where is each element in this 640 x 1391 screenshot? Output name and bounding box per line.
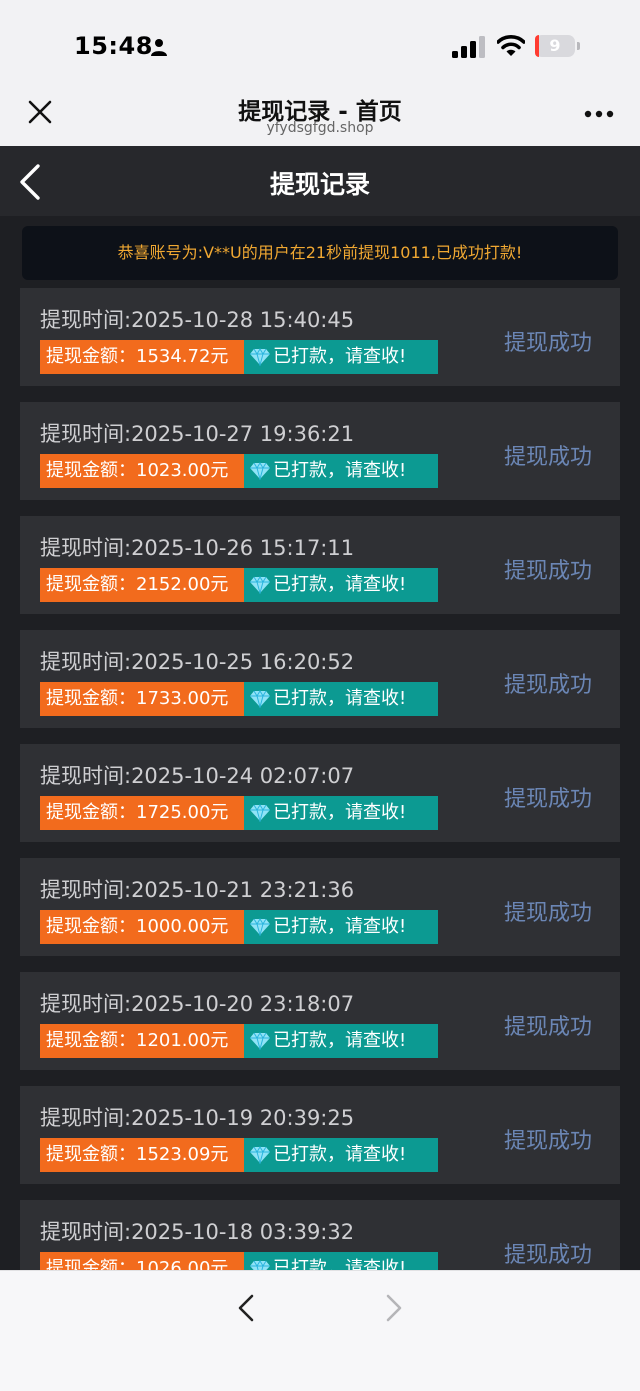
paid-badge: 已打款，请查收! xyxy=(244,1138,438,1172)
paid-text: 已打款，请查收! xyxy=(273,1030,407,1051)
amount-badge: 提现金额：1523.09元 xyxy=(40,1138,244,1172)
more-icon[interactable] xyxy=(584,110,614,118)
table-row[interactable]: 提现时间:2025-10-20 23:18:07 提现金额：1201.00元 已打款… xyxy=(20,972,620,1070)
status-bar: 15:48 9 xyxy=(0,0,640,90)
battery-level: 9 xyxy=(549,36,561,55)
diamond-icon xyxy=(250,918,270,936)
paid-badge: 已打款，请查收! xyxy=(244,1252,438,1270)
battery-icon: 9 xyxy=(535,35,575,57)
back-arrow-icon[interactable] xyxy=(236,1293,256,1323)
browser-bar: 提现记录 - 首页 yfydsgfgd.shop xyxy=(0,90,640,146)
cellular-signal-icon xyxy=(452,36,485,58)
status-badge: 提现成功 xyxy=(504,673,593,698)
withdrawal-time: 提现时间:2025-10-19 20:39:25 xyxy=(40,1106,355,1130)
amount-badge: 提现金额：1534.72元 xyxy=(40,340,244,374)
status-badge: 提现成功 xyxy=(504,1015,593,1040)
paid-text: 已打款，请查收! xyxy=(273,916,407,937)
withdrawal-time: 提现时间:2025-10-26 15:17:11 xyxy=(40,536,355,560)
status-badge: 提现成功 xyxy=(504,331,593,356)
paid-badge: 已打款，请查收! xyxy=(244,1024,438,1058)
table-row[interactable]: 提现时间:2025-10-25 16:20:52 提现金额：1733.00元 已打款… xyxy=(20,630,620,728)
amount-badge: 提现金额：1023.00元 xyxy=(40,454,244,488)
diamond-icon xyxy=(250,1146,270,1164)
battery-cap xyxy=(577,42,580,50)
table-row[interactable]: 提现时间:2025-10-28 15:40:45 提现金额：1534.72元 已打款… xyxy=(20,288,620,386)
forward-arrow-icon xyxy=(386,1294,402,1322)
table-row[interactable]: 提现时间:2025-10-24 02:07:07 提现金额：1725.00元 已打款… xyxy=(20,744,620,842)
diamond-icon xyxy=(250,804,270,822)
paid-text: 已打款，请查收! xyxy=(273,688,407,709)
paid-text: 已打款，请查收! xyxy=(273,346,407,367)
withdrawal-time: 提现时间:2025-10-20 23:18:07 xyxy=(40,992,355,1016)
table-row[interactable]: 提现时间:2025-10-18 03:39:32 提现金额：1026.00元 已打款… xyxy=(20,1200,620,1270)
diamond-icon xyxy=(250,1032,270,1050)
amount-badge: 提现金额：2152.00元 xyxy=(40,568,244,602)
diamond-icon xyxy=(250,690,270,708)
paid-text: 已打款，请查收! xyxy=(273,802,407,823)
browser-domain: yfydsgfgd.shop xyxy=(266,120,374,136)
paid-badge: 已打款，请查收! xyxy=(244,796,438,830)
status-badge: 提现成功 xyxy=(504,1243,593,1268)
table-row[interactable]: 提现时间:2025-10-19 20:39:25 提现金额：1523.09元 已打款… xyxy=(20,1086,620,1184)
table-row[interactable]: 提现时间:2025-10-26 15:17:11 提现金额：2152.00元 已打款… xyxy=(20,516,620,614)
withdrawal-time: 提现时间:2025-10-24 02:07:07 xyxy=(40,764,355,788)
diamond-icon xyxy=(250,576,270,594)
browser-toolbar xyxy=(0,1270,640,1391)
withdrawal-time: 提现时间:2025-10-18 03:39:32 xyxy=(40,1220,355,1244)
notice-banner: 恭喜账号为:V**U的用户在21秒前提现1011,已成功打款! xyxy=(22,226,618,280)
paid-badge: 已打款，请查收! xyxy=(244,454,438,488)
withdrawal-time: 提现时间:2025-10-27 19:36:21 xyxy=(40,422,355,446)
status-badge: 提现成功 xyxy=(504,445,593,470)
withdrawal-time: 提现时间:2025-10-21 23:21:36 xyxy=(40,878,355,902)
table-row[interactable]: 提现时间:2025-10-21 23:21:36 提现金额：1000.00元 已打款… xyxy=(20,858,620,956)
withdrawal-time: 提现时间:2025-10-28 15:40:45 xyxy=(40,308,355,332)
amount-badge: 提现金额：1000.00元 xyxy=(40,910,244,944)
paid-badge: 已打款，请查收! xyxy=(244,340,438,374)
paid-text: 已打款，请查收! xyxy=(273,574,407,595)
status-badge: 提现成功 xyxy=(504,559,593,584)
table-row[interactable]: 提现时间:2025-10-27 19:36:21 提现金额：1023.00元 已打款… xyxy=(20,402,620,500)
amount-badge: 提现金额：1201.00元 xyxy=(40,1024,244,1058)
amount-badge: 提现金额：1733.00元 xyxy=(40,682,244,716)
paid-text: 已打款，请查收! xyxy=(273,460,407,481)
status-time: 15:48 xyxy=(74,32,153,60)
paid-text: 已打款，请查收! xyxy=(273,1144,407,1165)
diamond-icon xyxy=(250,348,270,366)
status-badge: 提现成功 xyxy=(504,1129,593,1154)
app-nav-bar: 提现记录 xyxy=(0,146,640,216)
amount-badge: 提现金额：1725.00元 xyxy=(40,796,244,830)
page-title: 提现记录 xyxy=(269,170,370,199)
paid-badge: 已打款，请查收! xyxy=(244,682,438,716)
paid-badge: 已打款，请查收! xyxy=(244,910,438,944)
status-badge: 提现成功 xyxy=(504,787,593,812)
withdrawal-record-list: 提现时间:2025-10-28 15:40:45 提现金额：1534.72元 已打款… xyxy=(20,288,620,1270)
person-icon xyxy=(151,39,167,56)
paid-badge: 已打款，请查收! xyxy=(244,568,438,602)
diamond-icon xyxy=(250,1260,270,1270)
diamond-icon xyxy=(250,462,270,480)
withdrawal-time: 提现时间:2025-10-25 16:20:52 xyxy=(40,650,355,674)
paid-text: 已打款，请查收! xyxy=(273,1258,407,1270)
amount-badge: 提现金额：1026.00元 xyxy=(40,1252,244,1270)
wifi-icon xyxy=(497,35,525,56)
status-badge: 提现成功 xyxy=(504,901,593,926)
